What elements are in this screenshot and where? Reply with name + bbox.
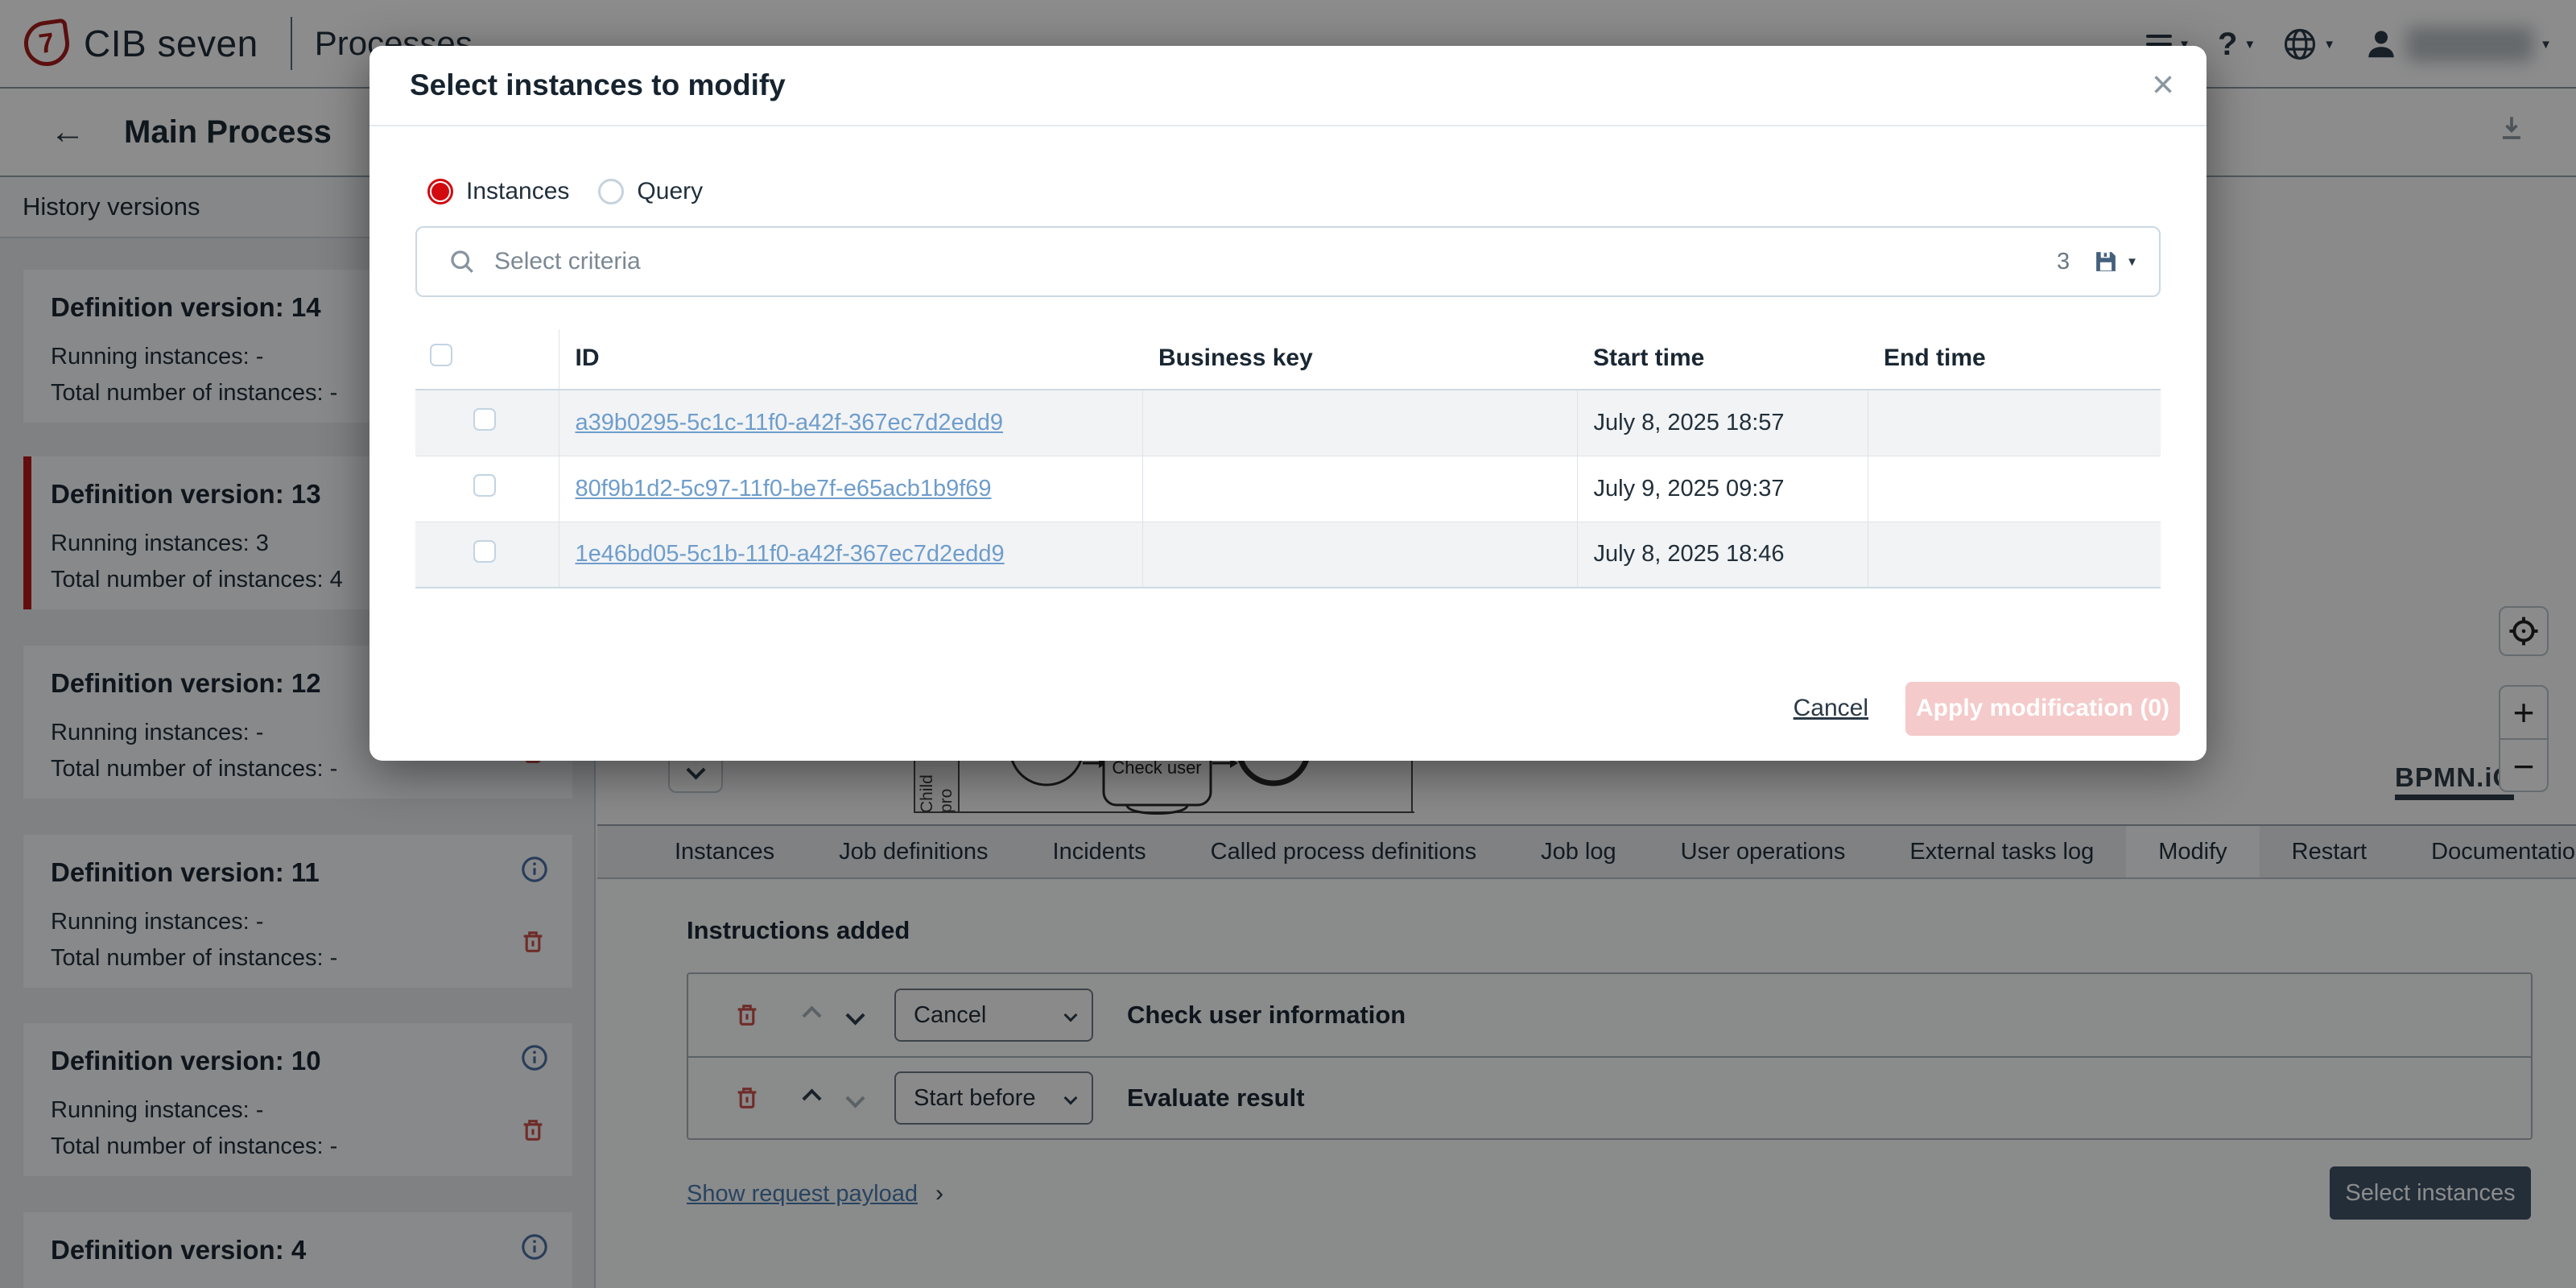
cancel-link[interactable]: Cancel [1794,695,1868,722]
business-key-cell [1142,390,1577,456]
radio-instances-label: Instances [466,178,569,205]
end-time-cell [1868,456,2161,522]
col-header-end-time: End time [1868,329,2161,390]
instance-id-link[interactable]: 80f9b1d2-5c97-11f0-be7f-e65acb1b9f69 [576,476,992,502]
modal-title: Select instances to modify [410,68,786,102]
col-header-start-time: Start time [1577,329,1868,390]
result-count: 3 [2057,249,2070,275]
row-checkbox[interactable] [473,540,496,563]
start-time-cell: July 9, 2025 09:37 [1577,456,1868,522]
search-icon [448,247,477,276]
row-checkbox[interactable] [473,474,496,497]
table-row: 80f9b1d2-5c97-11f0-be7f-e65acb1b9f69 Jul… [415,456,2161,522]
business-key-cell [1142,522,1577,588]
criteria-search-bar: 3 ▼ [415,226,2161,297]
save-criteria-button[interactable]: ▼ [2091,246,2138,277]
apply-modification-button[interactable]: Apply modification (0) [1905,682,2180,736]
radio-option-instances[interactable]: Instances [427,178,569,205]
modal-header: Select instances to modify × [369,46,2207,126]
row-checkbox[interactable] [473,408,496,431]
select-all-checkbox[interactable] [430,344,452,366]
radio-query[interactable] [598,179,624,204]
select-instances-modal: Select instances to modify × Instances Q… [369,46,2207,761]
instance-id-link[interactable]: a39b0295-5c1c-11f0-a42f-367ec7d2edd9 [576,410,1004,436]
search-input[interactable] [494,248,2057,275]
instance-id-link[interactable]: 1e46bd05-5c1b-11f0-a42f-367ec7d2edd9 [576,541,1005,567]
close-icon[interactable]: × [2152,66,2174,105]
start-time-cell: July 8, 2025 18:57 [1577,390,1868,456]
app-root: 7 CIB seven Processes ▼ ? ▼ ▼ [0,0,2576,1288]
table-row: a39b0295-5c1c-11f0-a42f-367ec7d2edd9 Jul… [415,390,2161,456]
mode-radio-group: Instances Query [427,178,2161,205]
radio-instances[interactable] [427,179,453,204]
modal-footer: Cancel Apply modification (0) [369,680,2207,737]
business-key-cell [1142,456,1577,522]
radio-query-label: Query [637,178,703,205]
save-icon [2091,246,2121,277]
radio-option-query[interactable]: Query [598,178,703,205]
col-header-business-key: Business key [1142,329,1577,390]
table-header-row: ID Business key Start time End time [415,329,2161,390]
end-time-cell [1868,390,2161,456]
end-time-cell [1868,522,2161,588]
modal-body: Instances Query 3 ▼ [369,178,2207,588]
start-time-cell: July 8, 2025 18:46 [1577,522,1868,588]
table-row: 1e46bd05-5c1b-11f0-a42f-367ec7d2edd9 Jul… [415,522,2161,588]
col-header-id: ID [559,329,1142,390]
chevron-down-icon: ▼ [2126,255,2138,269]
instances-table: ID Business key Start time End time a39b… [415,329,2161,588]
